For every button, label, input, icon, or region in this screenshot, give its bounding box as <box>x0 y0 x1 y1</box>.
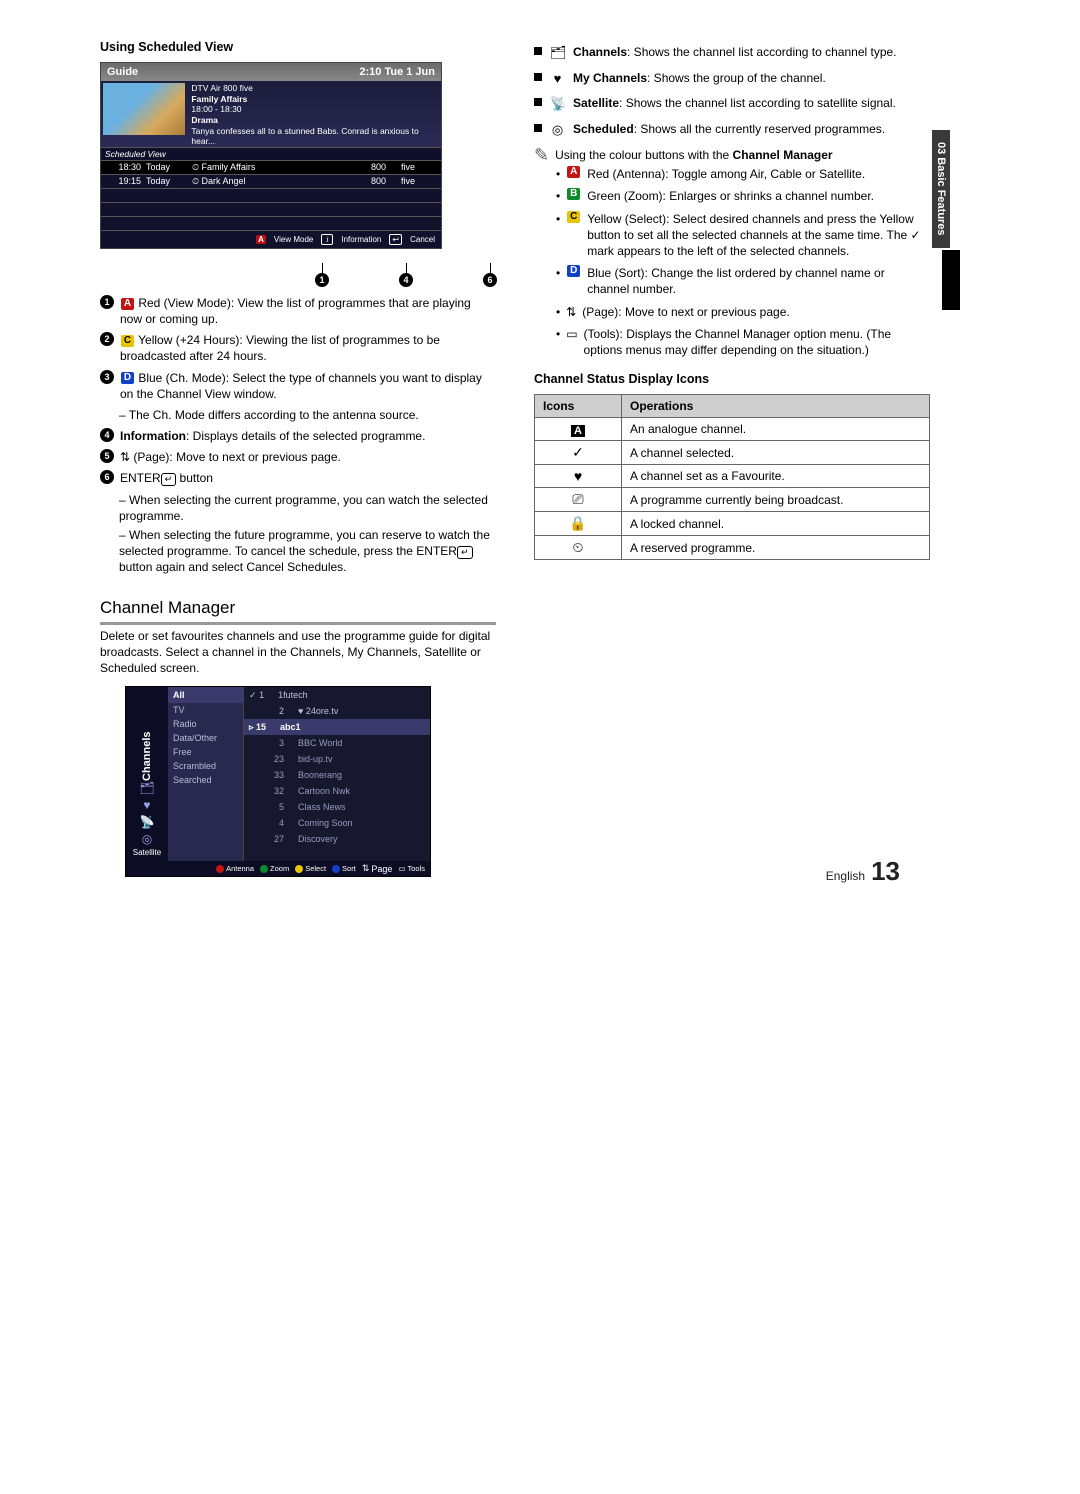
list-item: 4Coming Soon <box>244 815 430 831</box>
item-5: ⇅ (Page): Move to next or previous page. <box>120 449 496 465</box>
guide-subheader: Scheduled View <box>101 147 441 161</box>
check-icon: ✓ <box>535 441 622 465</box>
th-operations: Operations <box>622 395 930 418</box>
guide-clock: 2:10 Tue 1 Jun <box>359 66 435 78</box>
list-item: 23bid-up.tv <box>244 751 430 767</box>
cancel-icon: ↩ <box>389 234 402 245</box>
item-3: D Blue (Ch. Mode): Select the type of ch… <box>120 370 496 402</box>
section-channel-manager: Channel Manager <box>100 598 496 625</box>
scheduled-icon: ◎ <box>550 121 565 139</box>
broadcast-icon: ⎚ <box>535 488 622 512</box>
list-item: ✓ 11futech <box>244 687 430 703</box>
table-row: ✓A channel selected. <box>535 441 930 465</box>
guide-thumbnail <box>103 83 185 135</box>
colour-item: •▭ (Tools): Displays the Channel Manager… <box>556 326 930 358</box>
list-item: 5Class News <box>244 799 430 815</box>
info-icon: i <box>321 234 333 245</box>
table-row: ♥A channel set as a Favourite. <box>535 465 930 488</box>
opt-channels: 🗂 Channels: Shows the channel list accor… <box>534 44 930 62</box>
guide-meta-time: 18:00 - 18:30 <box>191 104 437 115</box>
callout-4: 4 <box>399 273 413 287</box>
list-item: 27Discovery <box>244 831 430 847</box>
callout-6: 6 <box>483 273 497 287</box>
clock-icon: ⏲ <box>535 536 622 560</box>
item-6a: When selecting the current programme, yo… <box>119 492 496 524</box>
heart-icon: ♥ <box>535 465 622 488</box>
opt-mychannels: ♥ My Channels: Shows the group of the ch… <box>534 70 930 88</box>
table-row: AAn analogue channel. <box>535 418 930 441</box>
heart-icon: ♥ <box>143 798 150 812</box>
list-item-selected: ▹ 15abc1 <box>244 719 430 735</box>
item-2: C Yellow (+24 Hours): Viewing the list o… <box>120 332 496 364</box>
colour-item: •A Red (Antenna): Toggle among Air, Cabl… <box>556 166 930 182</box>
channel-manager-screenshot: Channels 🗂 ♥ 📡 ◎ Satellite All TV Radio … <box>125 686 431 877</box>
heading-status-icons: Channel Status Display Icons <box>534 372 930 386</box>
lock-icon: 🔒 <box>535 512 622 536</box>
item-4: InformationInformation: Displays details… <box>120 428 496 444</box>
cm-cat-item: Free <box>168 745 243 759</box>
colour-item: •⇅ (Page): Move to next or previous page… <box>556 304 930 320</box>
footer-language: English <box>826 869 865 883</box>
scheduled-icon: ◎ <box>142 832 152 846</box>
list-item: 2♥ 24ore.tv <box>244 703 430 719</box>
cancel-label: Cancel <box>410 235 435 244</box>
item-1: A Red (View Mode): View the list of prog… <box>120 295 496 327</box>
th-icons: Icons <box>535 395 622 418</box>
guide-meta-src: DTV Air 800 five <box>191 83 437 94</box>
side-tab-black <box>942 250 960 310</box>
page-footer: English 13 <box>826 856 900 887</box>
item-6: ENTER↵ button <box>120 470 496 486</box>
table-row: 🔒A locked channel. <box>535 512 930 536</box>
note-icon: ✎ <box>534 148 549 162</box>
heart-icon: ♥ <box>550 70 565 88</box>
colour-item: •D Blue (Sort): Change the list ordered … <box>556 265 930 297</box>
colour-item: •B Green (Zoom): Enlarges or shrinks a c… <box>556 188 930 204</box>
table-row: ⎚A programme currently being broadcast. <box>535 488 930 512</box>
item-3-sub: The Ch. Mode differs according to the an… <box>119 407 496 423</box>
cm-cat-item: Searched <box>168 773 243 787</box>
cm-cat-item: Scrambled <box>168 759 243 773</box>
cm-cat-item: TV <box>168 703 243 717</box>
cm-cat-item: Data/Other <box>168 731 243 745</box>
item-6b: When selecting the future programme, you… <box>119 527 496 576</box>
view-mode-label: View Mode <box>274 235 313 244</box>
page-number: 13 <box>871 856 900 887</box>
cm-side-label: Channels <box>141 691 153 781</box>
opt-scheduled: ◎ Scheduled: Shows all the currently res… <box>534 121 930 139</box>
guide-meta-desc: Tanya confesses all to a stunned Babs. C… <box>191 126 437 147</box>
colour-item: •C Yellow (Select): Select desired chann… <box>556 211 930 260</box>
guide-meta-title: Family Affairs <box>191 94 437 105</box>
cm-satellite-label: Satellite <box>133 846 161 859</box>
cm-category-all: All <box>168 687 243 703</box>
heading-using-scheduled: Using Scheduled View <box>100 40 496 54</box>
red-button-icon: A <box>256 235 266 244</box>
satellite-icon: 📡 <box>140 815 155 829</box>
cm-cat-item: Radio <box>168 717 243 731</box>
guide-screenshot: Guide 2:10 Tue 1 Jun DTV Air 800 five Fa… <box>100 62 442 249</box>
list-item: 3BBC World <box>244 735 430 751</box>
status-icon-table: IconsOperations AAn analogue channel. ✓A… <box>534 394 930 560</box>
enter-icon: ↵ <box>161 473 177 486</box>
tip-colour-buttons: ✎ Using the colour buttons with the Chan… <box>534 148 930 162</box>
side-tab: 03 Basic Features <box>932 130 950 248</box>
table-row: ⏲A reserved programme. <box>535 536 930 560</box>
analogue-icon: A <box>571 425 585 437</box>
list-item: 33Boonerang <box>244 767 430 783</box>
cm-para: Delete or set favourites channels and us… <box>100 628 496 677</box>
channels-icon: 🗂 <box>139 781 154 795</box>
guide-meta-genre: Drama <box>191 115 437 126</box>
opt-satellite: 📡 Satellite: Shows the channel list acco… <box>534 95 930 113</box>
channels-icon: 🗂 <box>550 44 565 62</box>
information-label: Information <box>341 235 381 244</box>
table-row: 19:15 Today ⏲ Dark Angel 800 five <box>101 175 441 189</box>
guide-title: Guide <box>107 66 138 78</box>
table-row: 18:30 Today ⏲ Family Affairs 800 five <box>101 161 441 175</box>
callout-1: 1 <box>315 273 329 287</box>
list-item: 32Cartoon Nwk <box>244 783 430 799</box>
satellite-icon: 📡 <box>550 95 565 113</box>
enter-icon: ↵ <box>457 546 473 559</box>
